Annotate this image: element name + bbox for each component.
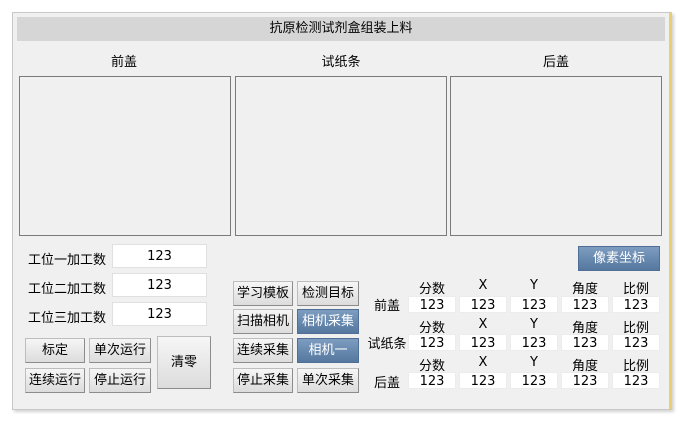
image-view-test-strip [235, 76, 447, 236]
grid-header-angle: 角度 [571, 282, 598, 297]
count-label-station-3: 工位三加工数 [28, 311, 107, 326]
single-run-button[interactable]: 单次运行 [89, 338, 151, 363]
grid-row-label-test-strip: 试纸条 [367, 337, 407, 352]
section-label-test-strip: 试纸条 [321, 55, 361, 70]
grid-header-y: Y [530, 317, 538, 332]
pixel-coords-button[interactable]: 像素坐标 [578, 246, 660, 271]
grid-cell: 123 [612, 296, 660, 313]
grid-cell: 123 [561, 296, 609, 313]
continuous-run-button[interactable]: 连续运行 [25, 368, 85, 393]
clear-button[interactable]: 清零 [157, 336, 211, 389]
grid-header-x: X [478, 355, 488, 370]
grid-cell: 123 [408, 296, 456, 313]
count-label-station-1: 工位一加工数 [28, 253, 107, 268]
section-label-back-cover: 后盖 [542, 55, 569, 70]
grid-cell: 123 [612, 334, 660, 351]
window-title: 抗原检测试剂盒组装上料 [17, 17, 665, 41]
count-label-station-2: 工位二加工数 [28, 282, 107, 297]
grid-cell: 123 [459, 372, 507, 389]
camera-one-select[interactable]: 相机一 [297, 338, 359, 363]
grid-cell: 123 [612, 372, 660, 389]
grid-cell: 123 [459, 296, 507, 313]
image-view-front-cover [19, 76, 231, 236]
count-value-station-2: 123 [112, 273, 207, 297]
grid-row-label-front-cover: 前盖 [373, 299, 400, 314]
grid-header-score: 分数 [418, 282, 445, 297]
main-window: 抗原检测试剂盒组装上料 前盖 试纸条 后盖 工位一加工数 123 工位二加工数 … [12, 12, 672, 410]
section-label-front-cover: 前盖 [110, 55, 137, 70]
grid-cell: 123 [510, 372, 558, 389]
grid-cell: 123 [561, 372, 609, 389]
calibrate-button[interactable]: 标定 [25, 338, 85, 363]
grid-header-y: Y [530, 278, 538, 293]
continuous-capture-button[interactable]: 连续采集 [233, 338, 293, 363]
grid-cell: 123 [408, 372, 456, 389]
grid-cell: 123 [510, 296, 558, 313]
single-capture-button[interactable]: 单次采集 [297, 368, 359, 393]
grid-header-x: X [478, 317, 488, 332]
detect-target-button[interactable]: 检测目标 [297, 281, 359, 306]
grid-header-y: Y [530, 355, 538, 370]
grid-header-scale: 比例 [622, 282, 649, 297]
grid-cell: 123 [459, 334, 507, 351]
grid-row-label-back-cover: 后盖 [373, 376, 400, 391]
grid-header-x: X [478, 278, 488, 293]
grid-cell: 123 [510, 334, 558, 351]
stop-run-button[interactable]: 停止运行 [89, 368, 151, 393]
scan-camera-button[interactable]: 扫描相机 [233, 309, 293, 334]
grid-cell: 123 [408, 334, 456, 351]
learn-template-button[interactable]: 学习模板 [233, 281, 293, 306]
camera-capture-button[interactable]: 相机采集 [297, 309, 359, 334]
grid-cell: 123 [561, 334, 609, 351]
count-value-station-1: 123 [112, 244, 207, 268]
stop-capture-button[interactable]: 停止采集 [233, 368, 293, 393]
image-view-back-cover [450, 76, 662, 236]
count-value-station-3: 123 [112, 302, 207, 326]
